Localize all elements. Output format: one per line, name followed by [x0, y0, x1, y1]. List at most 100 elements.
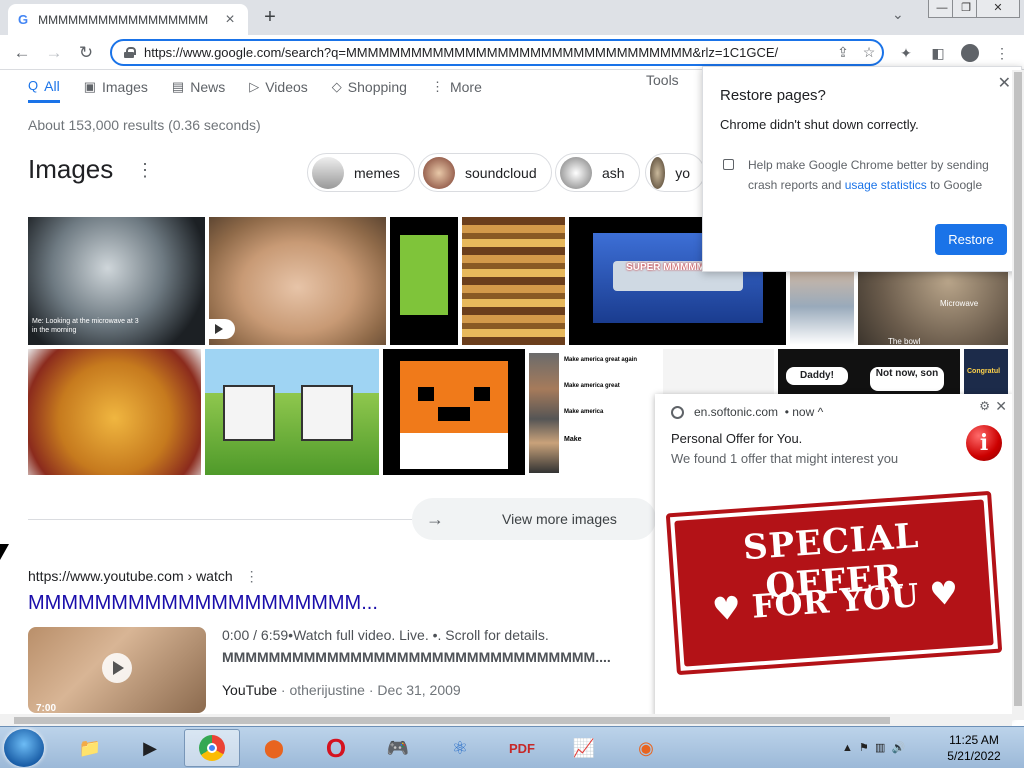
play-icon [102, 653, 132, 683]
thumb-caption: Me: Looking at the microwave at 3 in the… [32, 318, 139, 334]
restore-message: Chrome didn't shut down correctly. [720, 117, 919, 132]
image-thumb-daddy[interactable]: Daddy! Not now, son [778, 349, 960, 394]
tab-news[interactable]: ▤ News [172, 71, 225, 103]
chip-soundcloud[interactable]: soundcloud [418, 153, 552, 192]
crash-report-label: Help make Google Chrome better by sendin… [748, 155, 998, 195]
result-video-thumbnail[interactable]: 7:00 [28, 627, 206, 713]
result-date: Dec 31, 2009 [377, 682, 461, 698]
image-thumb-fries[interactable] [28, 349, 201, 475]
image-thumb-orange-face[interactable] [383, 349, 525, 475]
chip-ash[interactable]: ash [555, 153, 640, 192]
tab-all[interactable]: Q All [28, 71, 60, 103]
horizontal-scrollbar[interactable] [0, 714, 1012, 726]
notification-site: en.softonic.com [694, 405, 779, 419]
forward-button[interactable]: → [42, 42, 66, 64]
chip-yo[interactable]: yo [645, 153, 705, 192]
result-menu-icon[interactable]: ⋮ [245, 568, 259, 584]
meme-line: Make america great again [564, 357, 638, 363]
uc-browser-icon[interactable]: ⬤ [246, 729, 302, 767]
tab-images[interactable]: ▣ Images [84, 71, 148, 103]
pixel-figure [400, 235, 448, 315]
browser-tab[interactable]: G MMMMMMMMMMMMMMMMM × [8, 4, 248, 35]
lock-icon[interactable] [124, 47, 136, 58]
side-panel-icon[interactable]: ◧ [926, 41, 950, 65]
close-icon[interactable]: ✕ [995, 398, 1007, 415]
gear-icon[interactable]: ⚙ [979, 399, 990, 413]
image-thumb-pixel-alien[interactable] [390, 217, 458, 345]
image-thumb-cows[interactable] [205, 349, 379, 475]
start-button[interactable] [4, 729, 44, 767]
news-icon: ▤ [171, 79, 185, 94]
chrome-taskbar-icon[interactable] [184, 729, 240, 767]
tab-label: All [44, 77, 60, 94]
notification-source: en.softonic.com • now ^ [671, 405, 823, 419]
share-icon[interactable]: ⇪ [830, 44, 856, 61]
result-stats: About 153,000 results (0.36 seconds) [28, 117, 261, 133]
thumb-caption: Daddy! [786, 367, 848, 385]
atom-icon[interactable]: ⚛ [432, 729, 488, 767]
more-dots-icon: ⋮ [430, 79, 444, 94]
image-thumb-burgers[interactable] [462, 217, 565, 345]
notification-body: We found 1 offer that might interest you [671, 451, 899, 466]
result-url[interactable]: https://www.youtube.com › watch ⋮ [28, 568, 259, 585]
address-bar[interactable]: https://www.google.com/search?q=MMMMMMMM… [110, 39, 884, 66]
result-title-link[interactable]: MMMMMMMMMMMMMMMMMMMM... [28, 592, 378, 615]
image-thumb-fish[interactable]: Me: Looking at the microwave at 3 in the… [28, 217, 205, 345]
back-button[interactable]: ← [10, 42, 34, 64]
pdf-icon[interactable]: PDF [494, 729, 550, 767]
search-icon: Q [28, 78, 39, 93]
restore-pages-dialog: Restore pages? ✕ Chrome didn't shut down… [702, 66, 1022, 272]
tab-search-chevron-icon[interactable]: ⌄ [892, 6, 904, 23]
view-more-label: View more images [502, 511, 617, 527]
taskbar-clock[interactable]: 11:25 AM 5/21/2022 [942, 732, 1006, 764]
file-explorer-icon[interactable]: 📁 [62, 729, 118, 767]
softonic-notification[interactable]: en.softonic.com • now ^ ⚙ ✕ Personal Off… [655, 394, 1012, 718]
label-text: to Google [926, 178, 983, 192]
crash-report-checkbox[interactable] [723, 159, 734, 170]
scrollbar-thumb[interactable] [1014, 72, 1022, 706]
tab-label: News [190, 79, 226, 95]
meme-line: Make america [564, 409, 604, 415]
image-thumb-make-america[interactable]: Make america great again Make america gr… [529, 349, 659, 475]
chrome-menu-icon[interactable]: ⋮ [990, 41, 1014, 65]
profile-avatar-icon[interactable] [958, 41, 982, 65]
portrait-strip [529, 353, 559, 473]
close-icon[interactable]: ✕ [998, 73, 1011, 93]
tab-close-icon[interactable]: × [222, 11, 238, 29]
tag-icon: ◇ [331, 79, 342, 94]
chart-editor-icon[interactable]: 📈 [556, 729, 612, 767]
system-tray-icons[interactable]: ▲ ⚑ ▥ 🔊 [842, 741, 905, 754]
image-thumb-anime[interactable] [663, 349, 774, 394]
avast-icon[interactable]: ◉ [618, 729, 674, 767]
thumb-caption: Microwave [940, 299, 979, 308]
notification-title: Personal Offer for You. [671, 431, 803, 446]
tools-button[interactable]: Tools [646, 72, 679, 88]
chip-memes[interactable]: memes [307, 153, 415, 192]
media-player-icon[interactable]: ▶ [122, 729, 178, 767]
notification-time: • now ^ [784, 405, 824, 419]
browser-toolbar: ← → ↻ https://www.google.com/search?q=MM… [0, 35, 1024, 70]
vertical-scrollbar[interactable] [1012, 70, 1024, 720]
tab-label: More [449, 79, 482, 95]
tab-more[interactable]: ⋮ More [431, 71, 482, 103]
address-url[interactable]: https://www.google.com/search?q=MMMMMMMM… [144, 45, 830, 60]
tab-videos[interactable]: ▷ Videos [249, 71, 308, 103]
bookmark-star-icon[interactable]: ☆ [856, 44, 882, 61]
game-controller-icon[interactable]: 🎮 [370, 729, 426, 767]
info-icon: i [966, 425, 1002, 461]
restore-button[interactable]: Restore [935, 224, 1007, 255]
tab-shopping[interactable]: ◇ Shopping [332, 71, 407, 103]
chip-label: soundcloud [465, 164, 537, 181]
view-more-images-button[interactable]: → View more images [412, 498, 656, 540]
extensions-puzzle-icon[interactable]: ✦ [894, 41, 918, 65]
close-window-button[interactable]: ✕ [976, 0, 1020, 18]
new-tab-button[interactable]: + [258, 4, 282, 30]
reload-button[interactable]: ↻ [74, 42, 98, 64]
cow-figure [301, 385, 353, 441]
image-thumb-congrats[interactable]: Congratul [964, 349, 1008, 394]
usage-statistics-link[interactable]: usage statistics [845, 178, 927, 192]
opera-icon[interactable]: O [308, 729, 364, 767]
scrollbar-thumb[interactable] [14, 717, 890, 724]
more-options-icon[interactable]: ⋮ [136, 160, 154, 181]
image-thumb-face[interactable] [209, 217, 386, 345]
